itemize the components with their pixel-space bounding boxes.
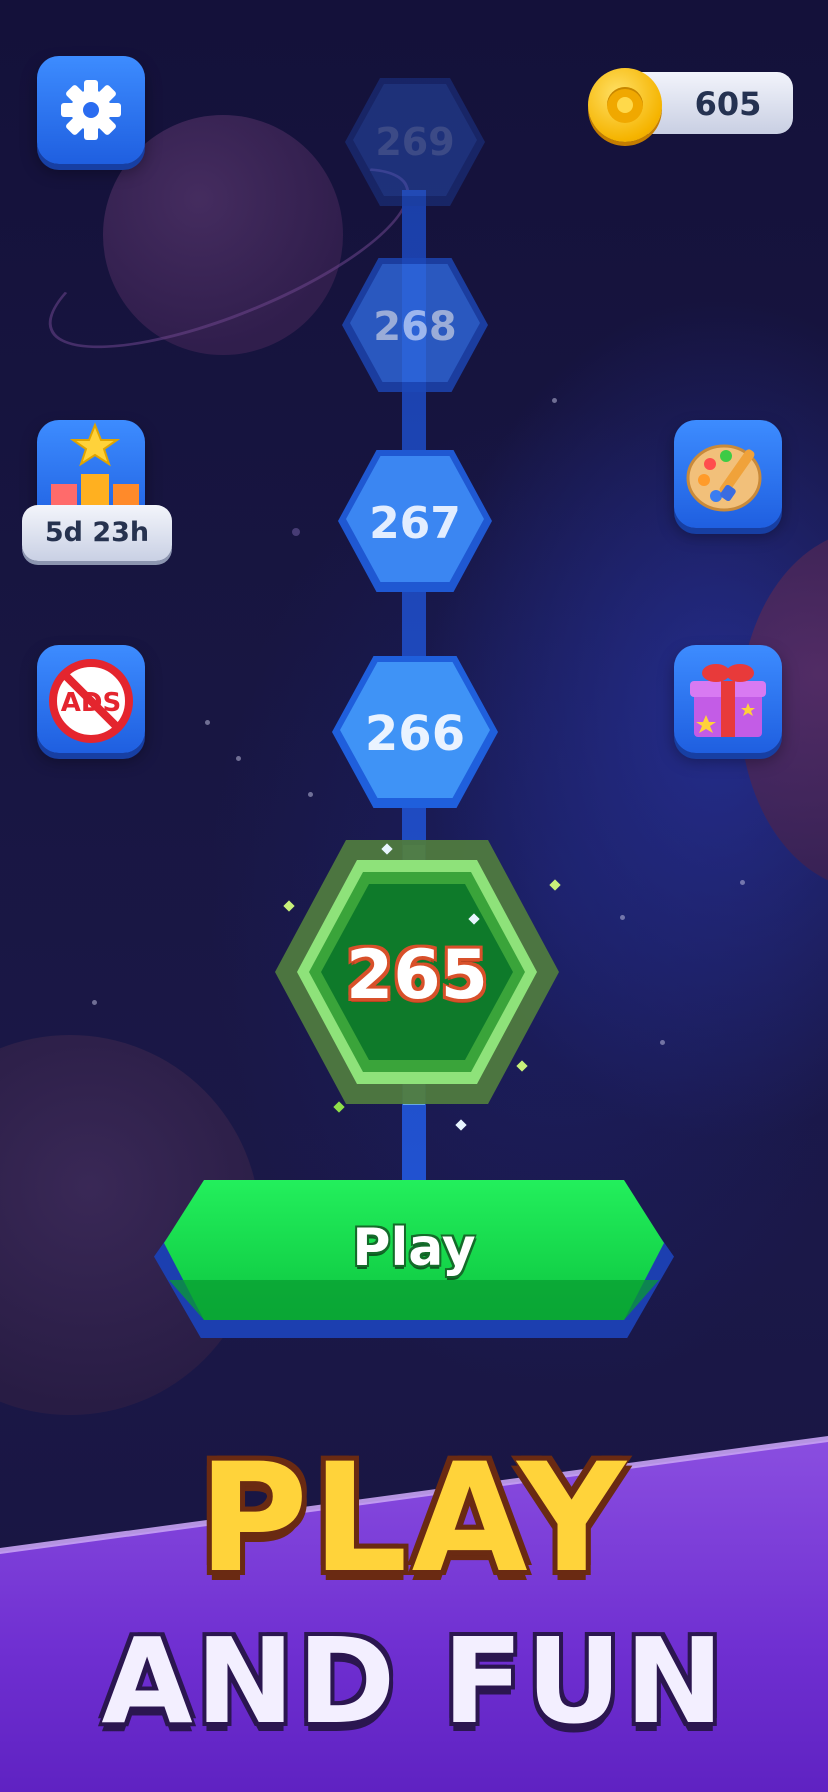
coin-value: 605: [694, 85, 762, 123]
level-number: 266: [364, 706, 466, 762]
level-number: 267: [369, 498, 461, 549]
star-decoration: [292, 528, 300, 536]
no-ads-icon: ADS: [49, 659, 133, 743]
star-decoration: [620, 915, 625, 920]
gear-icon: [61, 80, 121, 140]
game-screen: 269 268 267 266 265 605 5d 23h Play PLAY…: [0, 0, 828, 1792]
level-number: 269: [375, 120, 455, 164]
level-node-266[interactable]: 266: [332, 656, 498, 808]
star-decoration: [552, 398, 557, 403]
play-button-label: Play: [352, 1218, 476, 1278]
star-decoration: [205, 720, 210, 725]
settings-button[interactable]: [37, 56, 145, 164]
gift-button[interactable]: [674, 645, 782, 753]
star-decoration: [236, 756, 241, 761]
promo-title: PLAY: [198, 1432, 630, 1606]
star-decoration: [92, 1000, 97, 1005]
theme-button[interactable]: [674, 420, 782, 528]
play-button[interactable]: Play: [154, 1180, 674, 1338]
level-node-268[interactable]: 268: [342, 258, 488, 392]
level-number: 268: [373, 304, 457, 350]
coin-icon: [588, 68, 662, 142]
promo-subtitle: AND FUN: [101, 1612, 727, 1750]
no-ads-button[interactable]: ADS: [37, 645, 145, 753]
star-decoration: [660, 1040, 665, 1045]
current-level-number: 265: [346, 936, 488, 1015]
play-button-shade: [169, 1280, 659, 1320]
gift-box-icon: [690, 664, 766, 737]
trophy-podium-icon: [51, 422, 139, 510]
star-decoration: [308, 792, 313, 797]
event-timer: 5d 23h: [22, 505, 172, 561]
event-timer-text: 5d 23h: [44, 517, 150, 548]
star-decoration: [740, 880, 745, 885]
level-node-269[interactable]: 269: [345, 78, 485, 206]
level-node-267[interactable]: 267: [338, 450, 492, 592]
paint-palette-icon: [686, 444, 762, 512]
